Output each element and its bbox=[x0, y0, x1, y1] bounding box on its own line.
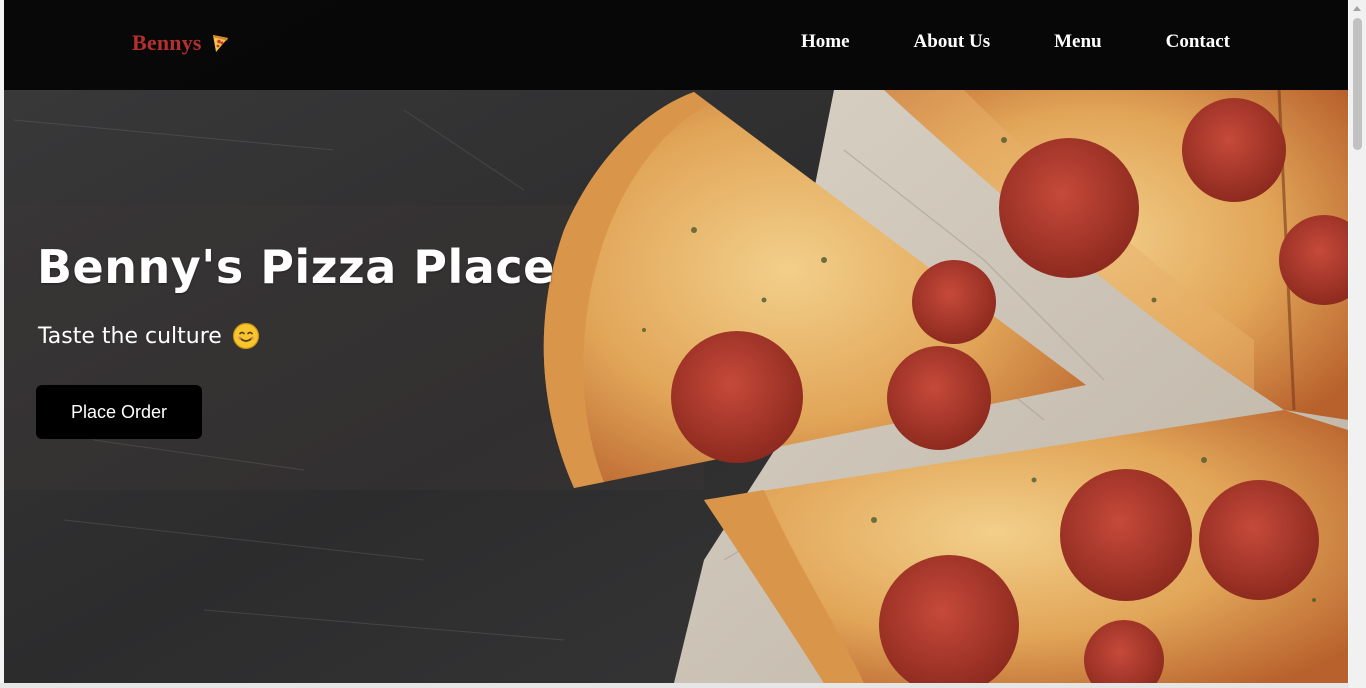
page-viewport: Bennys Home About Us Menu Contact Benny'… bbox=[4, 0, 1348, 683]
hero-title: Benny's Pizza Place bbox=[37, 240, 555, 294]
brand-name: Bennys bbox=[132, 30, 202, 55]
brand-logo[interactable]: Bennys bbox=[132, 30, 230, 56]
window-bottom-edge bbox=[0, 683, 1349, 688]
scroll-up-arrow-icon[interactable] bbox=[1353, 6, 1361, 11]
hero-subtitle: Taste the culture bbox=[38, 322, 260, 350]
nav-link-home[interactable]: Home bbox=[801, 31, 850, 53]
place-order-button[interactable]: Place Order bbox=[36, 385, 202, 439]
main-nav: Home About Us Menu Contact bbox=[801, 31, 1230, 53]
nav-link-about-us[interactable]: About Us bbox=[914, 31, 991, 53]
smiling-face-icon bbox=[232, 322, 259, 350]
navbar: Bennys Home About Us Menu Contact bbox=[4, 0, 1348, 90]
scrollbar-thumb[interactable] bbox=[1353, 18, 1362, 150]
nav-link-contact[interactable]: Contact bbox=[1166, 31, 1230, 53]
pizza-slice-icon bbox=[212, 35, 228, 52]
vertical-scrollbar[interactable] bbox=[1349, 0, 1366, 688]
nav-link-menu[interactable]: Menu bbox=[1054, 31, 1102, 53]
hero-subtitle-text: Taste the culture bbox=[38, 323, 222, 349]
